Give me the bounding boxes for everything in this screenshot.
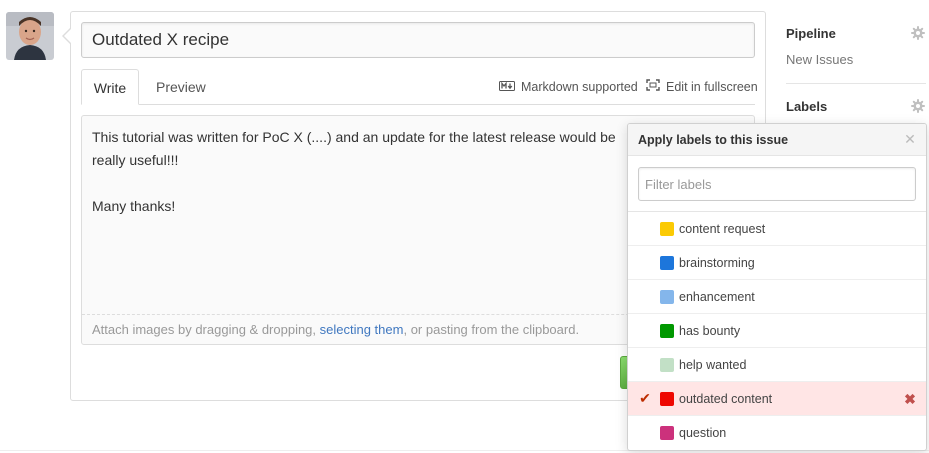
avatar[interactable] bbox=[6, 12, 54, 60]
label-item[interactable]: help wanted bbox=[628, 348, 926, 382]
close-icon[interactable]: ✖ bbox=[904, 391, 916, 407]
label-color-swatch bbox=[660, 290, 674, 304]
labels-popover: Apply labels to this issue ✕ content req… bbox=[627, 123, 927, 451]
markdown-supported-link[interactable]: Markdown supported bbox=[499, 79, 638, 95]
check-icon: ✔ bbox=[639, 390, 651, 406]
close-icon[interactable]: ✕ bbox=[904, 132, 916, 146]
label-item[interactable]: ✔ outdated content ✖ bbox=[628, 382, 926, 416]
gear-icon[interactable] bbox=[911, 99, 925, 113]
composer-caret-inner bbox=[64, 29, 71, 43]
label-color-swatch bbox=[660, 392, 674, 406]
label-name: brainstorming bbox=[679, 256, 755, 270]
labels-heading: Labels bbox=[786, 99, 828, 114]
attach-prefix: Attach images by dragging & dropping, bbox=[92, 322, 320, 337]
pipeline-heading: Pipeline bbox=[786, 26, 836, 41]
fullscreen-icon bbox=[646, 79, 660, 95]
label-name: enhancement bbox=[679, 290, 755, 304]
label-name: content request bbox=[679, 222, 766, 236]
label-color-swatch bbox=[660, 358, 674, 372]
label-name: help wanted bbox=[679, 358, 747, 372]
pipeline-value: New Issues bbox=[786, 52, 854, 67]
popover-title: Apply labels to this issue bbox=[638, 133, 789, 147]
label-name: question bbox=[679, 426, 727, 440]
tab-preview[interactable]: Preview bbox=[144, 69, 218, 105]
filter-wrap bbox=[628, 156, 926, 212]
tab-write[interactable]: Write bbox=[81, 69, 139, 105]
sidebar-divider bbox=[786, 83, 926, 84]
filter-labels-input[interactable] bbox=[638, 167, 916, 201]
fullscreen-button[interactable]: Edit in fullscreen bbox=[646, 79, 758, 95]
label-item[interactable]: enhancement bbox=[628, 280, 926, 314]
label-name: has bounty bbox=[679, 324, 741, 338]
markdown-label: Markdown supported bbox=[521, 80, 638, 94]
label-color-swatch bbox=[660, 222, 674, 236]
select-files-link[interactable]: selecting them bbox=[320, 322, 404, 337]
attach-suffix: , or pasting from the clipboard. bbox=[403, 322, 580, 337]
gear-icon[interactable] bbox=[911, 26, 925, 40]
label-item[interactable]: question bbox=[628, 416, 926, 450]
label-item[interactable]: content request bbox=[628, 212, 926, 246]
markdown-icon bbox=[499, 79, 515, 95]
label-name: outdated content bbox=[679, 392, 773, 406]
label-list: content request brainstorming enhancement h… bbox=[628, 212, 926, 450]
issue-body-text: This tutorial was written for PoC X (...… bbox=[92, 129, 616, 214]
popover-header: Apply labels to this issue ✕ bbox=[628, 124, 926, 156]
label-color-swatch bbox=[660, 256, 674, 270]
issue-title-input[interactable] bbox=[81, 22, 755, 58]
label-color-swatch bbox=[660, 324, 674, 338]
label-item[interactable]: brainstorming bbox=[628, 246, 926, 280]
label-color-swatch bbox=[660, 426, 674, 440]
fullscreen-label: Edit in fullscreen bbox=[666, 80, 758, 94]
label-item[interactable]: has bounty bbox=[628, 314, 926, 348]
